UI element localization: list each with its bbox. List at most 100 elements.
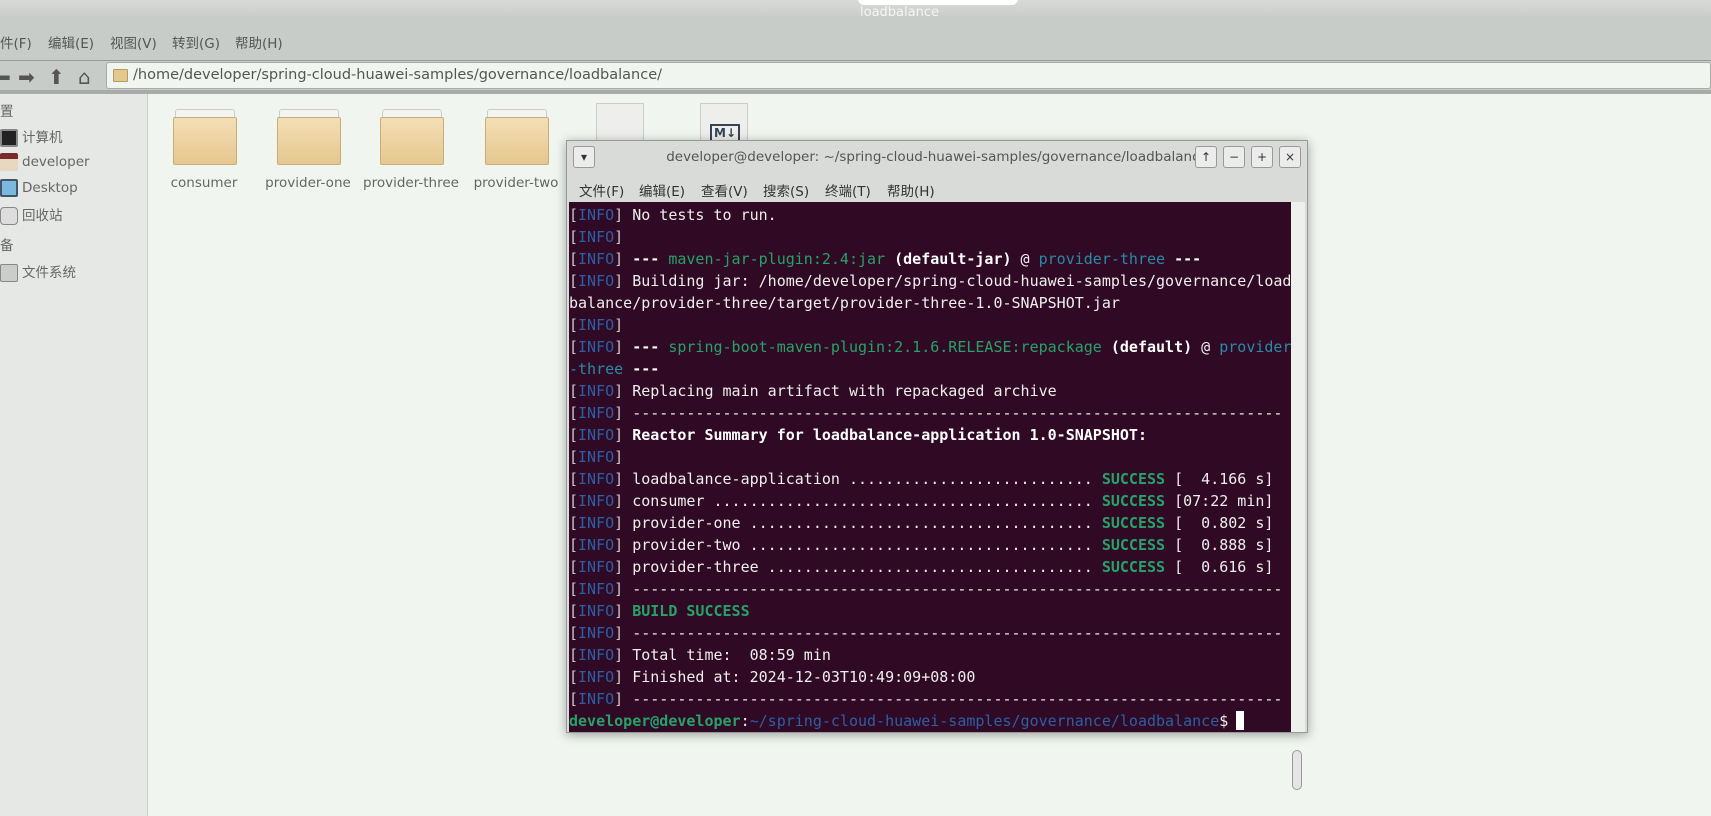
terminal-line: [INFO] consumer ........................…: [569, 490, 1293, 512]
terminal-text: INFO: [578, 250, 615, 268]
terminal-text: INFO: [578, 514, 615, 532]
terminal-text: [: [569, 646, 579, 664]
location-path: /home/developer/spring-cloud-huawei-samp…: [133, 67, 663, 83]
sidebar-item-label: 计算机: [22, 130, 63, 146]
terminal-line: [INFO] Replacing main artifact with repa…: [569, 380, 1293, 402]
terminal-text: INFO: [578, 426, 615, 444]
folder-consumer[interactable]: consumer: [144, 109, 264, 191]
terminal-text: [: [569, 404, 579, 422]
menu-edit[interactable]: 编辑(E): [48, 32, 94, 52]
terminal-text: ]: [614, 448, 624, 466]
folder-provider-two[interactable]: provider-two: [456, 109, 576, 191]
location-bar[interactable]: /home/developer/spring-cloud-huawei-samp…: [106, 62, 1711, 89]
sidebar: 置 计算机 developer Desktop 回收站 备 文件系统: [0, 94, 148, 816]
terminal-text: SUCCESS: [1101, 558, 1166, 576]
window-menu-button[interactable]: ▾: [573, 146, 595, 168]
up-icon[interactable]: ⬆: [48, 65, 65, 89]
back-icon[interactable]: ⬅: [0, 65, 11, 89]
terminal-text: ]: [614, 602, 624, 620]
menu-help[interactable]: 帮助(H): [235, 32, 283, 52]
markdown-file-icon[interactable]: M↓: [700, 103, 748, 143]
terminal-text: INFO: [578, 624, 615, 642]
terminal-text: No tests to run.: [623, 206, 777, 224]
sidebar-item-desktop[interactable]: Desktop: [0, 179, 78, 197]
scrollbar-thumb[interactable]: [1292, 750, 1302, 790]
terminal-text: [: [569, 668, 579, 686]
terminal-text: [: [569, 558, 579, 576]
terminal-text: ]: [614, 338, 624, 356]
folder-provider-one[interactable]: provider-one: [248, 109, 368, 191]
terminal-text: spring-boot-maven-plugin:2.1.6.RELEASE:r…: [659, 338, 1102, 356]
terminal-text: Finished at: 2024-12-03T10:49:09+08:00: [623, 668, 976, 686]
terminal-menu-file[interactable]: 文件(F): [579, 180, 624, 200]
terminal-text: $: [1219, 712, 1229, 730]
terminal-text: ]: [614, 316, 624, 334]
home-icon: [0, 153, 18, 171]
terminal-text: ]: [614, 558, 624, 576]
terminal-text: (default): [1101, 338, 1193, 356]
sidebar-item-trash[interactable]: 回收站: [0, 204, 63, 225]
terminal-text: INFO: [578, 338, 615, 356]
folder-icon: [380, 109, 444, 165]
terminal-text: [: [569, 426, 579, 444]
terminal-text: [: [569, 250, 579, 268]
text-file-icon[interactable]: [596, 103, 644, 143]
sidebar-item-computer[interactable]: 计算机: [0, 126, 63, 147]
terminal-menu-help[interactable]: 帮助(H): [887, 180, 935, 200]
terminal-output[interactable]: [INFO] No tests to run. [INFO] [INFO] --- …: [569, 202, 1293, 732]
terminal-text: ]: [614, 250, 624, 268]
terminal-text: ]: [614, 492, 624, 510]
maximize-button[interactable]: +: [1251, 146, 1273, 168]
close-button[interactable]: ×: [1279, 146, 1301, 168]
terminal-text: INFO: [578, 668, 615, 686]
desktop-icon: [0, 179, 18, 197]
terminal-text: ]: [614, 470, 624, 488]
home-icon[interactable]: ⌂: [78, 65, 91, 89]
folder-icon: [485, 109, 549, 165]
terminal-text: SUCCESS: [1101, 492, 1166, 510]
terminal-line: [INFO] provider-two ....................…: [569, 534, 1293, 556]
terminal-text: provider-two ...........................…: [623, 536, 1102, 554]
terminal-text: provider-three: [1038, 250, 1166, 268]
folder-provider-three[interactable]: provider-three: [351, 109, 471, 191]
window-title: loadbalance: [860, 5, 939, 20]
terminal-text: ]: [614, 514, 624, 532]
sidebar-item-developer[interactable]: developer: [0, 153, 90, 171]
folder-label: provider-three: [363, 175, 459, 191]
terminal-text: [: [569, 272, 579, 290]
menu-go[interactable]: 转到(G): [172, 32, 220, 52]
minimize-button[interactable]: −: [1223, 146, 1245, 168]
menu-file[interactable]: 件(F): [0, 32, 32, 52]
sidebar-item-label: 文件系统: [22, 265, 76, 281]
sidebar-item-filesystem[interactable]: 文件系统: [0, 261, 76, 282]
terminal-menu-terminal[interactable]: 终端(T): [825, 180, 871, 200]
folder-label: provider-one: [265, 175, 351, 191]
terminal-text: ---: [623, 338, 660, 356]
terminal-scrollbar[interactable]: [1291, 202, 1305, 790]
devices-header: 备: [0, 238, 14, 254]
forward-icon[interactable]: ➡: [18, 65, 35, 89]
raise-button[interactable]: ↑: [1195, 146, 1217, 168]
terminal-text: provider: [1219, 338, 1292, 356]
terminal-text: loadbalance-application ................…: [623, 470, 1102, 488]
terminal-menu-edit[interactable]: 编辑(E): [639, 180, 685, 200]
terminal-line: [INFO] Building jar: /home/developer/spr…: [569, 270, 1293, 292]
terminal-text: [: [569, 690, 579, 708]
terminal-text: maven-jar-plugin:2.4:jar: [659, 250, 886, 268]
menu-view[interactable]: 视图(V): [110, 32, 157, 52]
folder-icon: [277, 109, 341, 165]
terminal-menu-view[interactable]: 查看(V): [701, 180, 748, 200]
terminal-line: [INFO] ---------------------------------…: [569, 578, 1293, 600]
terminal-text: ---: [623, 250, 660, 268]
terminal-line: [INFO] ---------------------------------…: [569, 622, 1293, 644]
terminal-text: INFO: [578, 206, 615, 224]
terminal-text: INFO: [578, 536, 615, 554]
drive-icon: [0, 264, 18, 282]
terminal-menu-search[interactable]: 搜索(S): [763, 180, 809, 200]
terminal-text: [: [569, 602, 579, 620]
terminal-text: [ 0.616 s]: [1165, 558, 1274, 576]
shell-prompt: developer@developer:~/spring-cloud-huawe…: [569, 710, 1293, 732]
folder-label: consumer: [170, 175, 238, 191]
terminal-text: INFO: [578, 558, 615, 576]
terminal-text: ~/spring-cloud-huawei-samples/governance…: [749, 712, 1220, 730]
